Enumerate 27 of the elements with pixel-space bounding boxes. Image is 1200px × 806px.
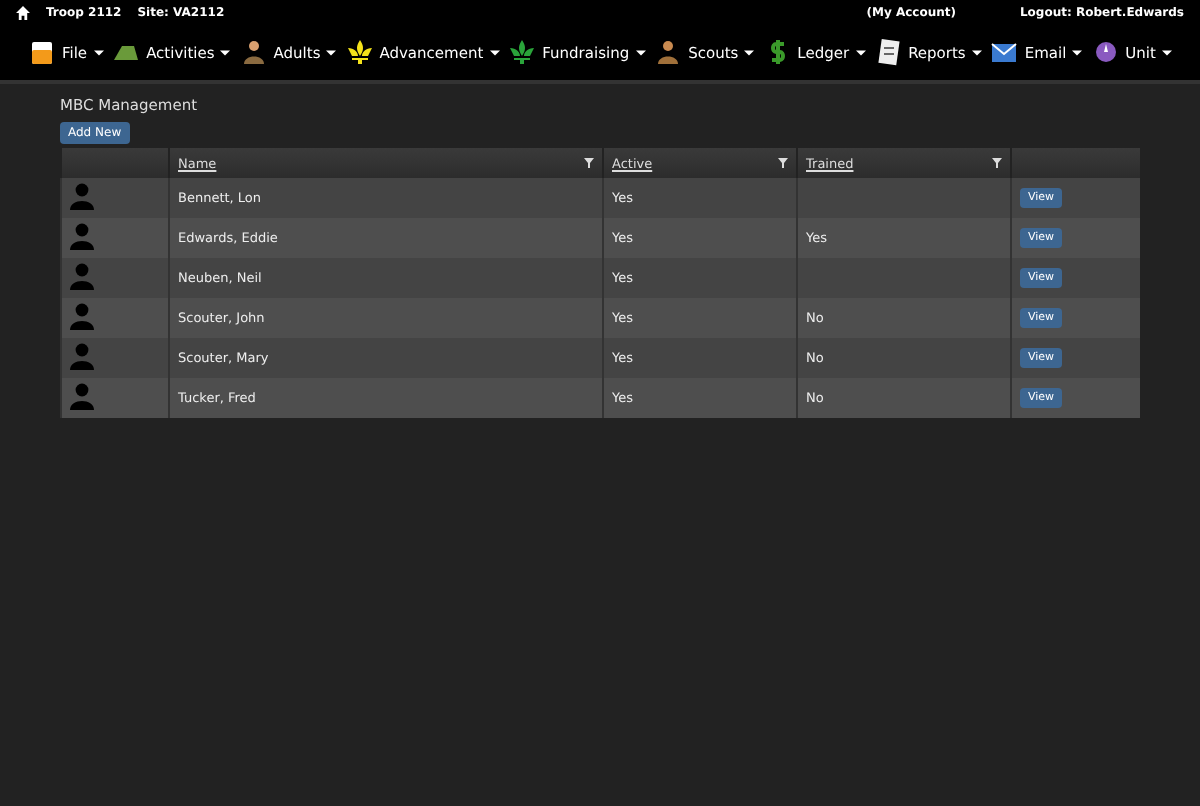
person-icon bbox=[654, 38, 683, 66]
filter-icon[interactable] bbox=[778, 158, 788, 168]
avatar-icon bbox=[70, 342, 94, 370]
fleur-de-lis-icon bbox=[345, 38, 374, 66]
avatar-icon bbox=[70, 182, 94, 210]
caret-icon bbox=[1072, 49, 1083, 55]
home-icon[interactable] bbox=[16, 5, 30, 19]
mail-icon bbox=[990, 38, 1019, 66]
folder-icon bbox=[28, 38, 56, 66]
caret-icon bbox=[489, 49, 500, 55]
avatar-icon bbox=[70, 262, 94, 290]
filter-icon[interactable] bbox=[992, 158, 1002, 168]
avatar-icon bbox=[70, 382, 94, 410]
caret-icon bbox=[635, 49, 646, 55]
avatar-icon bbox=[70, 222, 94, 250]
report-icon bbox=[874, 38, 903, 66]
caret-icon bbox=[1161, 49, 1172, 55]
caret-icon bbox=[326, 49, 337, 55]
fleur-de-lis-icon bbox=[508, 38, 537, 66]
caret-icon bbox=[93, 49, 104, 55]
caret-icon bbox=[971, 49, 982, 55]
caret-icon bbox=[220, 49, 231, 55]
caret-icon bbox=[855, 49, 866, 55]
person-icon bbox=[239, 38, 268, 66]
caret-icon bbox=[744, 49, 755, 55]
avatar-icon bbox=[70, 302, 94, 330]
filter-icon[interactable] bbox=[584, 158, 594, 168]
